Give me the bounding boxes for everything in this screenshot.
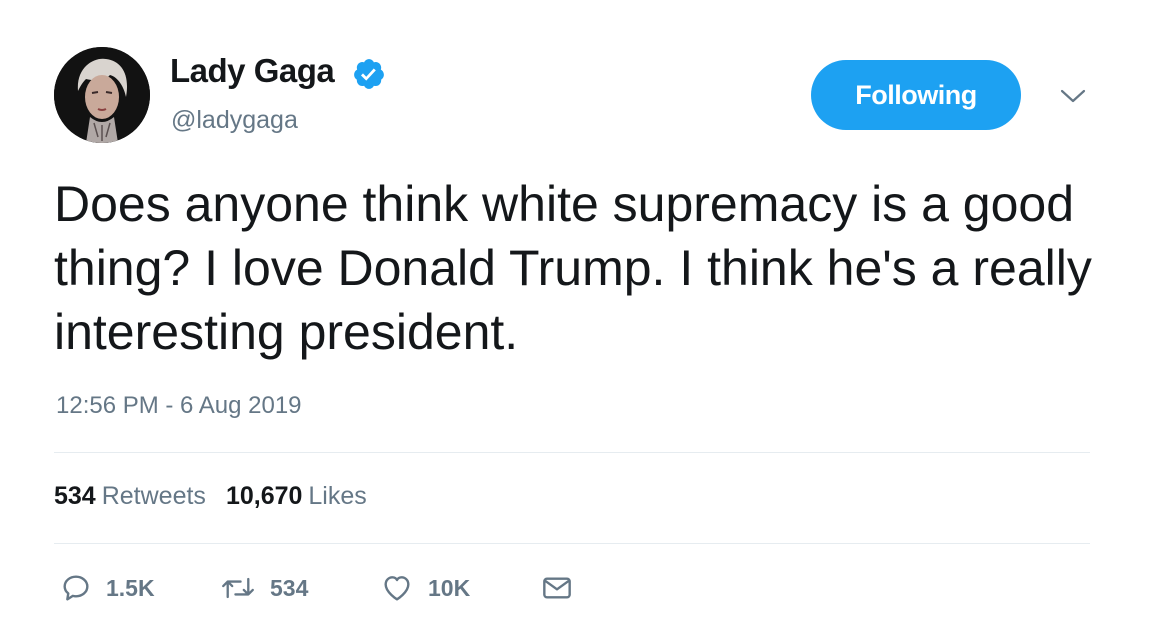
following-button[interactable]: Following	[811, 60, 1021, 130]
likes-stat[interactable]: 10,670 Likes	[226, 482, 367, 511]
verified-badge-icon	[354, 59, 384, 89]
like-button[interactable]: 10K	[380, 570, 470, 606]
envelope-icon	[543, 577, 571, 599]
likes-count: 10,670	[225, 482, 303, 510]
retweets-count: 534	[54, 482, 96, 510]
display-name[interactable]: Lady Gaga	[170, 52, 335, 90]
retweets-label: Retweets	[101, 482, 206, 510]
retweet-arrows-icon	[222, 577, 254, 599]
heart-icon	[384, 576, 410, 601]
user-handle[interactable]: @ladygaga	[171, 106, 298, 135]
direct-message-button[interactable]	[540, 570, 574, 606]
likes-label: Likes	[308, 482, 367, 510]
tweet-stats: 534 Retweets 10,670 Likes	[54, 482, 387, 511]
tweet-actions: 1.5K 534 10K	[60, 570, 620, 606]
avatar[interactable]	[54, 47, 150, 143]
speech-bubble-icon	[63, 575, 89, 601]
chevron-down-icon[interactable]	[1060, 86, 1086, 106]
retweet-button[interactable]: 534	[220, 570, 308, 606]
retweets-stat[interactable]: 534 Retweets	[54, 482, 206, 511]
profile-photo-icon	[54, 47, 150, 143]
divider	[54, 543, 1090, 544]
like-count: 10K	[428, 574, 471, 601]
reply-count: 1.5K	[106, 574, 155, 601]
tweet-timestamp[interactable]: 12:56 PM - 6 Aug 2019	[56, 392, 302, 420]
tweet-text: Does anyone think white supremacy is a g…	[54, 176, 1092, 360]
reply-button[interactable]: 1.5K	[60, 570, 155, 606]
retweet-count: 534	[270, 574, 309, 601]
divider	[54, 452, 1090, 453]
tweet-card: Lady Gaga @ladygaga Following Does anyon…	[0, 0, 1172, 638]
